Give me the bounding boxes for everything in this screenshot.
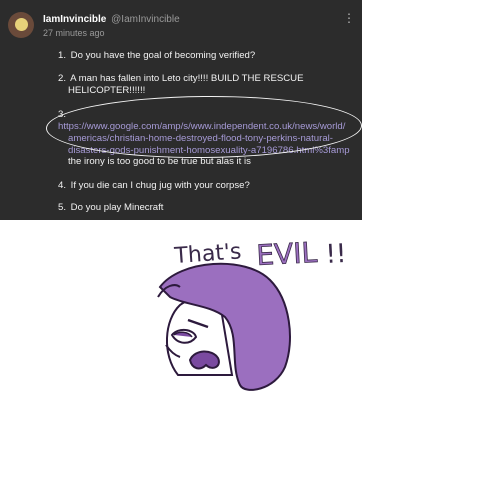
list-item-note: the irony is too good to be true but ala… [68,156,251,167]
post-card: IamInvincible @IamInvincible 27 minutes … [0,0,363,220]
username[interactable]: IamInvincible [43,14,106,25]
user-handle: @IamInvincible [111,14,180,25]
list-item: 1. Do you have the goal of becoming veri… [58,50,256,61]
list-item: 2. A man has fallen into Leto city!!!! B… [58,73,304,96]
post-author[interactable]: IamInvincible @IamInvincible [43,14,180,25]
avatar-image [15,18,28,31]
caption-tail: !! [325,239,347,270]
list-item: 4. If you die can I chug jug with your c… [58,180,250,191]
caption-emph: EVIL [256,236,319,272]
drawing: That's EVIL !! [157,235,347,391]
post-timestamp: 27 minutes ago [43,28,105,38]
more-options-icon[interactable]: ⋮ [343,12,355,24]
list-item: 5. Do you play Minecraft [58,202,164,213]
avatar[interactable] [8,12,34,38]
character-head [157,262,291,391]
mustache [188,350,220,370]
